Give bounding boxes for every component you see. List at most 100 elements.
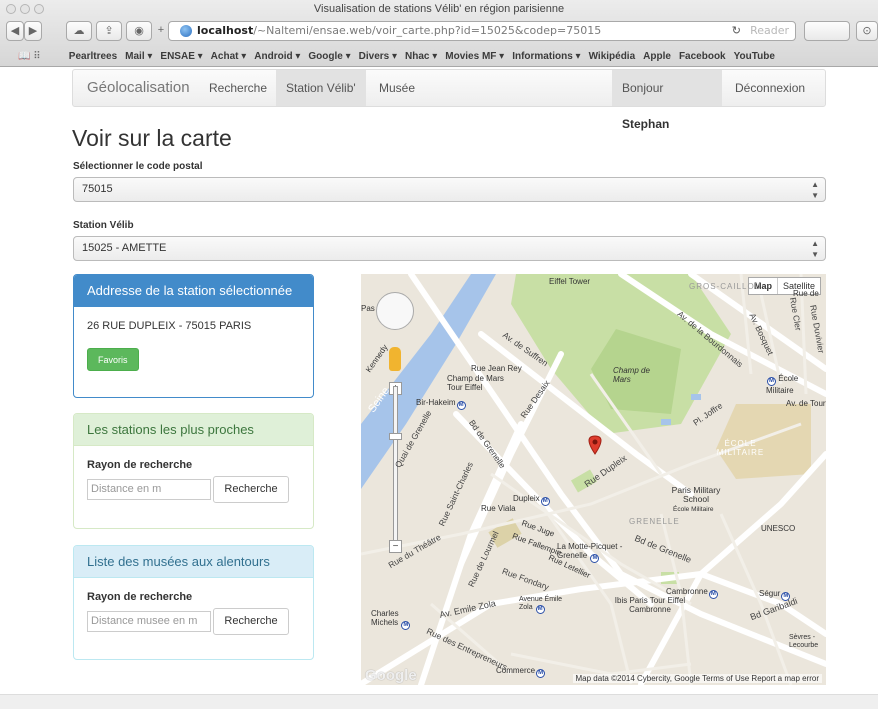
google-logo: Google <box>365 667 417 684</box>
radius-label: Rayon de recherche <box>87 459 193 471</box>
bookmark-item[interactable]: YouTube <box>734 46 775 67</box>
map-label-viala: Rue Viala <box>481 504 516 513</box>
page-title: Voir sur la carte <box>72 125 232 151</box>
metro-icon: M <box>590 554 600 563</box>
museum-search-button[interactable]: Recherche <box>213 608 289 635</box>
favoris-button[interactable]: Favoris <box>87 348 139 371</box>
add-tab-icon[interactable]: + <box>156 21 166 41</box>
cambronne-text: Cambronne <box>666 587 708 596</box>
zoom-slider[interactable] <box>393 386 398 552</box>
map-label-unesco: UNESCO <box>761 524 796 533</box>
nav-recherche[interactable]: Recherche <box>199 70 277 106</box>
bookmark-item[interactable]: Divers ▾ <box>359 46 397 67</box>
bookmark-list: Pearltrees Mail ▾ ENSAE ▾ Achat ▾ Android ▾ G… <box>69 51 783 62</box>
map-label-gros-caillou: GROS-CAILLOU <box>689 282 762 291</box>
map-label-grenelle: GRENELLE <box>629 517 680 526</box>
bookmark-item[interactable]: Facebook <box>679 46 726 67</box>
nav-musee[interactable]: Musée <box>369 70 425 106</box>
window-title: Visualisation de stations Vélib' en régi… <box>313 3 565 15</box>
map-label-dupleix: Dupleix M <box>513 494 550 506</box>
distance-input[interactable]: Distance en m <box>87 479 211 500</box>
select-arrows-icon: ▲ ▼ <box>811 180 819 200</box>
bookmark-item[interactable]: Mail ▾ <box>125 46 152 67</box>
dupleix-text: Dupleix <box>513 494 540 503</box>
url-host: localhost <box>197 24 254 37</box>
bookmark-item[interactable]: Movies MF ▾ <box>445 46 504 67</box>
bookmark-item[interactable]: Google ▾ <box>308 46 350 67</box>
bookmark-item[interactable]: Apple <box>643 46 671 67</box>
close-window-icon[interactable] <box>6 4 16 14</box>
minimize-window-icon[interactable] <box>20 4 30 14</box>
map-label-ecole-mil-small: École Militaire <box>673 506 714 513</box>
segur-text: Ségur <box>759 589 781 598</box>
reader-mode-button[interactable] <box>804 21 850 41</box>
nearby-panel-heading: Les stations les plus proches <box>74 414 313 446</box>
nearby-search-button[interactable]: Recherche <box>213 476 289 503</box>
address-panel: Addresse de la station sélectionnée 26 R… <box>73 274 314 398</box>
globe-icon <box>180 25 192 37</box>
map-label-passy: Pas <box>361 304 375 313</box>
back-icon[interactable]: ◀ <box>6 21 24 41</box>
forward-icon[interactable]: ▶ <box>24 21 42 41</box>
map-label-sevres: Sèvres - Lecourbe <box>789 634 819 649</box>
map-label-ibis: Ibis Paris Tour Eiffel Cambronne <box>614 596 686 614</box>
brand-link[interactable]: Géolocalisation <box>77 70 200 106</box>
postal-label: Sélectionner le code postal <box>73 161 203 172</box>
map-attribution[interactable]: Map data ©2014 Cybercity, Google Terms o… <box>572 674 822 683</box>
tabs-icon[interactable]: ◉ <box>126 21 152 41</box>
metro-icon: M <box>540 497 550 506</box>
station-value: 15025 - AMETTE <box>82 242 167 254</box>
postal-value: 75015 <box>82 183 113 195</box>
map-label-avenue-zola: Avenue Émile Zola M <box>519 596 563 614</box>
bir-hakeim-text: Bir-Hakeim <box>416 398 456 407</box>
map-label-charles-michels: Charles Michels M <box>371 609 419 630</box>
metro-icon: M <box>536 669 546 678</box>
bookmark-item[interactable]: Informations ▾ <box>512 46 580 67</box>
zoom-slider-thumb[interactable] <box>389 433 402 440</box>
metro-icon: M <box>456 401 466 410</box>
address-panel-heading: Addresse de la station sélectionnée <box>74 275 313 307</box>
reload-icon[interactable]: ↻ <box>732 22 741 40</box>
museums-panel: Liste des musées aux alentours Rayon de … <box>73 545 314 660</box>
map-label-jean-rey: Rue Jean Rey <box>471 364 522 373</box>
museum-distance-input[interactable]: Distance musee en m <box>87 611 211 632</box>
bookmark-item[interactable]: Achat ▾ <box>211 46 247 67</box>
map-label-metro-ecole: M École Militaire <box>766 374 821 395</box>
address-bar[interactable]: localhost/~Naltemi/ensae.web/voir_carte.… <box>168 21 796 41</box>
browser-toolbar: ◀ ▶ ☁ ⇪ ◉ + localhost/~Naltemi/ensae.web… <box>0 18 878 46</box>
charles-michels-text: Charles Michels <box>371 609 399 627</box>
map-label-la-motte: La Motte-Picquet - Grenelle M <box>557 542 633 563</box>
user-name: Stephan <box>622 117 670 131</box>
map-label-champ-mars: Champ de Mars <box>613 366 650 384</box>
museums-panel-heading: Liste des musées aux alentours <box>74 546 313 578</box>
select-arrows-icon: ▲ ▼ <box>811 239 819 259</box>
logout-link[interactable]: Déconnexion <box>725 70 815 106</box>
postal-select[interactable]: 75015 ▲ ▼ <box>73 177 826 202</box>
downloads-icon[interactable]: ⊙ <box>856 21 878 41</box>
share-icon[interactable]: ⇪ <box>96 21 122 41</box>
reader-button[interactable]: Reader <box>750 22 789 40</box>
metro-icon: M <box>401 621 411 630</box>
street-view-pegman-icon[interactable] <box>389 347 401 371</box>
bookmarks-icon[interactable]: 📖 ⠿ <box>0 46 66 67</box>
map-label-ecole-militaire: ÉCOLE MILITAIRE <box>716 439 765 457</box>
metro-icon: M <box>535 605 545 614</box>
nav-station-velib[interactable]: Station Vélib' <box>276 70 366 106</box>
pan-control-icon[interactable] <box>376 292 414 330</box>
bookmark-item[interactable]: ENSAE ▾ <box>160 46 202 67</box>
map-label-eiffel: Eiffel Tower <box>549 277 591 286</box>
bookmark-item[interactable]: Pearltrees <box>69 46 117 67</box>
google-map[interactable]: Map Satellite + − Eiffel Tower GROS-CAIL… <box>361 274 826 685</box>
bookmark-item[interactable]: Wikipédia <box>589 46 636 67</box>
station-select[interactable]: 15025 - AMETTE ▲ ▼ <box>73 236 826 261</box>
zoom-window-icon[interactable] <box>34 4 44 14</box>
bookmark-item[interactable]: Android ▾ <box>254 46 300 67</box>
cloud-icon[interactable]: ☁ <box>66 21 92 41</box>
zoom-out-icon[interactable]: − <box>389 540 402 553</box>
status-strip <box>0 694 878 709</box>
map-label-tourville: Av. de Tourville <box>786 399 826 408</box>
station-label: Station Vélib <box>73 220 134 231</box>
map-label-champ-station: Champ de Mars Tour Eiffel <box>447 374 504 392</box>
bookmark-item[interactable]: Nhac ▾ <box>405 46 437 67</box>
station-address: 26 RUE DUPLEIX - 75015 PARIS <box>87 320 252 332</box>
